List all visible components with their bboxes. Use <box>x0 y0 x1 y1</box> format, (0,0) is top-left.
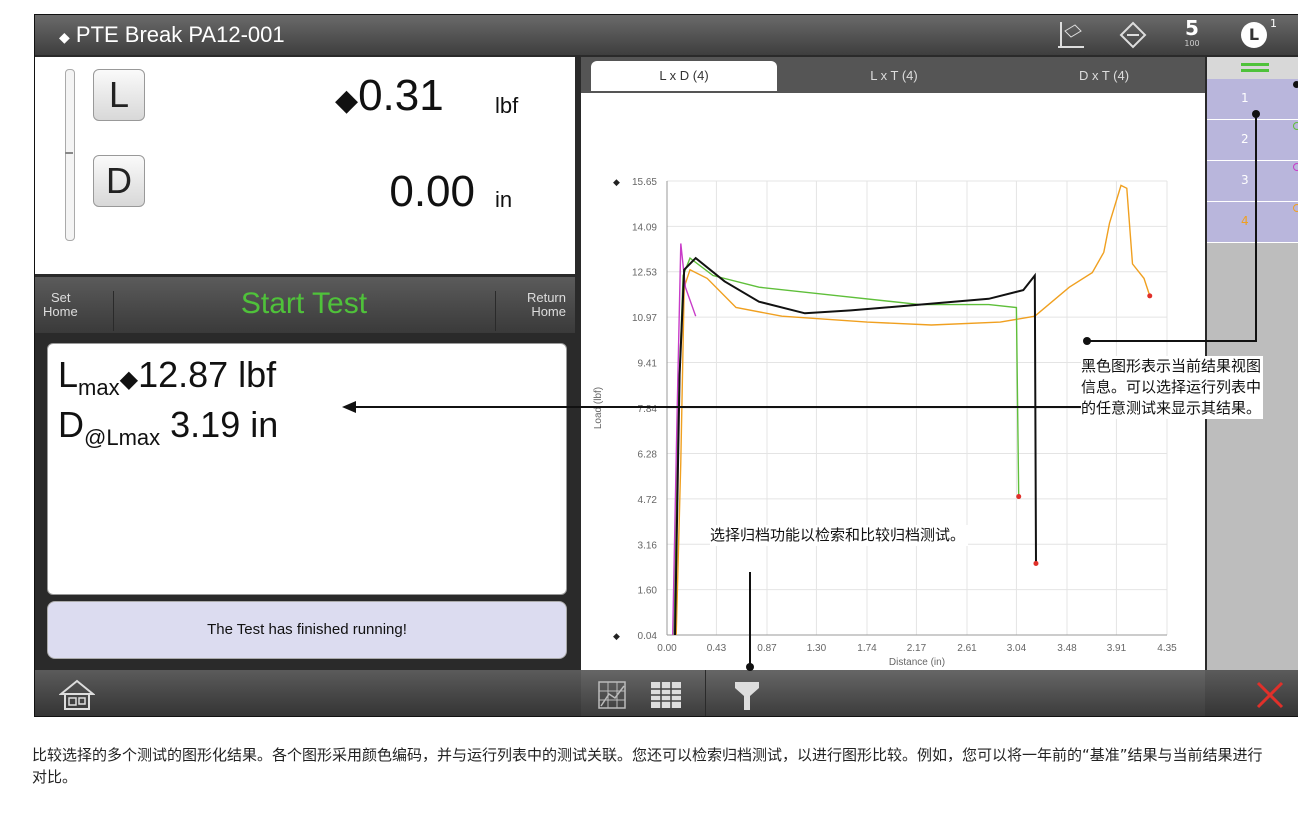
annotation-black-graph: 黑色图形表示当前结果视图信息。可以选择运行列表中的任意测试来显示其结果。 <box>1081 356 1263 419</box>
displacement-readout: 0.00 <box>389 167 475 216</box>
run-item-3[interactable]: 3 <box>1207 161 1298 202</box>
y-tick-label: 10.97 <box>632 313 657 324</box>
x-axis-label: Distance (in) <box>889 657 945 668</box>
x-tick-label: 1.30 <box>807 643 827 654</box>
displacement-unit: in <box>495 187 513 212</box>
series-line-4 <box>674 256 1037 636</box>
up-down-icon: ◆ <box>119 366 139 393</box>
counter-icon[interactable]: 5 100 <box>1181 17 1203 48</box>
y-tick-label: 3.16 <box>638 540 658 551</box>
start-test-button[interactable]: Start Test <box>129 287 479 321</box>
x-tick-label: 2.61 <box>957 643 977 654</box>
close-icon[interactable] <box>1255 680 1285 710</box>
tab-distance-vs-time[interactable]: D x T (4) <box>1011 61 1197 91</box>
return-home-button[interactable]: Return Home <box>495 291 566 331</box>
caption-text: 比较选择的多个测试的图形化结果。各个图形采用颜色编码，并与运行列表中的测试关联。… <box>32 746 1263 786</box>
up-down-icon: ◆ <box>335 84 359 117</box>
run-color-dot <box>1293 204 1298 212</box>
series-line-1 <box>675 184 1151 636</box>
title-bar: ◆ PTE Break PA12-001 5 100 L 1 <box>35 15 1298 55</box>
x-tick-label: 0.43 <box>707 643 727 654</box>
status-message: The Test has finished running! <box>47 601 567 659</box>
run-color-dot <box>1293 163 1298 171</box>
chart-axes-icon[interactable] <box>1055 19 1087 51</box>
y-tick-label: 0.04 <box>638 631 658 642</box>
table-view-icon[interactable] <box>649 680 683 710</box>
displacement-channel-button[interactable]: D <box>93 155 145 207</box>
run-list-header[interactable] <box>1207 57 1298 79</box>
break-point-marker <box>1016 494 1022 500</box>
run-color-dot <box>1293 122 1298 130</box>
bottom-toolbar <box>35 670 1298 716</box>
user-badge: 1 <box>1270 17 1277 30</box>
x-tick-label: 2.17 <box>907 643 927 654</box>
up-down-icon: ◆ <box>59 29 70 45</box>
set-home-button[interactable]: Set Home <box>43 291 114 331</box>
load-readout: ◆0.31 <box>335 71 444 120</box>
y-tick-label: 1.60 <box>638 586 658 597</box>
home-icon[interactable] <box>59 678 95 712</box>
run-color-dot <box>1293 81 1298 88</box>
position-slider[interactable] <box>65 69 75 241</box>
y-tick-label: 7.84 <box>638 404 658 415</box>
y-axis-label: Load (lbf) <box>593 387 604 429</box>
tab-load-vs-time[interactable]: L x T (4) <box>801 61 987 91</box>
x-tick-label: 3.48 <box>1057 643 1077 654</box>
y-tick-label: 15.65 <box>632 177 657 188</box>
test-control-bar: Set Home Start Test Return Home <box>35 277 575 333</box>
x-tick-label: 4.35 <box>1157 643 1177 654</box>
break-point-marker <box>1147 293 1153 299</box>
max-load-result: Lmax◆12.87 lbf <box>58 354 277 401</box>
up-down-icon: ◆ <box>613 178 620 188</box>
x-tick-label: 0.87 <box>757 643 777 654</box>
tab-load-vs-distance[interactable]: L x D (4) <box>591 61 777 91</box>
run-item-4[interactable]: 4 <box>1207 202 1298 243</box>
run-item-2[interactable]: 2 <box>1207 120 1298 161</box>
load-channel-button[interactable]: L <box>93 69 145 121</box>
live-readout-panel: L D ◆0.31 lbf 0.00 in <box>35 57 575 274</box>
diamond-icon[interactable] <box>1119 21 1147 49</box>
y-tick-label: 9.41 <box>638 358 658 369</box>
archive-filter-icon[interactable] <box>733 680 761 712</box>
y-tick-label: 4.72 <box>638 495 658 506</box>
x-tick-label: 1.74 <box>857 643 877 654</box>
x-tick-label: 0.00 <box>657 643 677 654</box>
graph-view-icon[interactable] <box>597 680 627 710</box>
x-tick-label: 3.04 <box>1007 643 1027 654</box>
load-unit: lbf <box>495 93 519 118</box>
results-panel: Lmax◆12.87 lbf D@Lmax 3.19 in <box>47 343 567 595</box>
annotation-archive: 选择归档功能以检索和比较归档测试。 <box>710 525 968 546</box>
up-down-icon: ◆ <box>613 632 620 642</box>
user-icon[interactable]: L <box>1241 22 1267 48</box>
run-item-1[interactable]: 1 <box>1207 79 1298 120</box>
y-tick-label: 14.09 <box>632 222 657 233</box>
y-tick-label: 12.53 <box>632 268 657 279</box>
break-point-marker <box>1033 560 1039 566</box>
y-tick-label: 6.28 <box>638 450 658 461</box>
method-title[interactable]: ◆ PTE Break PA12-001 <box>59 22 285 48</box>
displacement-at-max-result: D@Lmax 3.19 in <box>58 404 279 451</box>
menu-icon <box>1241 63 1269 66</box>
x-tick-label: 3.91 <box>1107 643 1127 654</box>
